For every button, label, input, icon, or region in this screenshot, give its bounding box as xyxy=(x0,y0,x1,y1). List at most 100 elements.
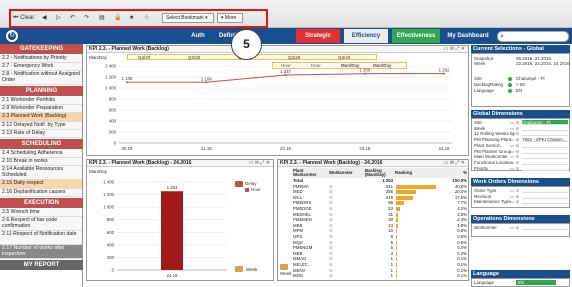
dimension-controls-icon[interactable]: ▭ ⊝ xyxy=(510,166,519,171)
back-icon[interactable]: ◀ xyxy=(42,13,47,23)
sidebar-item-notification-without-order[interactable]: 2.8 - Notification without Assigned Orde… xyxy=(0,71,82,85)
week-label: Week xyxy=(280,271,292,276)
sidebar-item-wrench-time[interactable]: 2.5 Wrench time xyxy=(0,209,82,217)
ranking-bar xyxy=(396,201,404,206)
sidebar-item-works-after-inspection[interactable]: 2.17 Number of works after inspection xyxy=(0,245,82,259)
more-button[interactable]: ▾ More xyxy=(217,13,243,23)
dimension-select[interactable] xyxy=(522,131,568,137)
select-bookmark-dropdown[interactable]: Select Bookmark ▾ xyxy=(162,13,214,23)
sidebar-item-planned-work-backlog[interactable]: 2.3 Planned Work (Backlog) xyxy=(0,113,82,122)
clear-button[interactable]: ⏮ Clear xyxy=(13,13,34,23)
step-badge: 5 xyxy=(231,29,262,60)
dimension-label: Main Workcenter xyxy=(474,154,508,160)
sidebar-section-my-report[interactable]: MY REPORT xyxy=(0,260,83,270)
dimension-controls-icon[interactable]: ▭ ⊝ xyxy=(510,225,519,230)
print-icon[interactable]: ▤ xyxy=(99,13,105,23)
dimension-label: PM Planning Plant xyxy=(474,137,512,143)
dimension-controls-icon[interactable]: ▭ ⊝ xyxy=(510,160,519,165)
table-row[interactable]: MGD ⊝ 1 0.1% xyxy=(292,273,468,279)
search-box[interactable]: ⌕ xyxy=(497,31,569,42)
bar-chart: 1 400 1 200 1 000 800 600 400 200 0 1 253 24.18 xyxy=(103,180,227,278)
col-header[interactable]: Workcenter xyxy=(328,168,364,178)
col-header[interactable]: Ranking xyxy=(394,168,438,178)
dimension-select[interactable] xyxy=(522,143,568,148)
data-point[interactable] xyxy=(284,73,287,76)
sidebar-item-rate-of-delay[interactable]: 2.13 Rate of Delay xyxy=(0,130,82,138)
sidebar-item-bar-code-confirmation[interactable]: 2.6 Respect of bar code confirmation xyxy=(0,217,82,231)
dimension-controls-icon[interactable]: ▭ ⊝ xyxy=(510,120,519,125)
tab-my-dashboard[interactable]: My Dashboard xyxy=(443,29,493,43)
data-point[interactable] xyxy=(443,72,445,75)
sidebar-item-delayed-notif[interactable]: 2.12 Delayed Notif. by Type xyxy=(0,122,82,130)
dimension-select[interactable] xyxy=(522,199,568,205)
sidebar-section-gatekeeping: GATEKEEPING xyxy=(0,44,83,54)
wo-dims-header: Work Orders Dimensions xyxy=(471,178,570,186)
dimension-controls-icon[interactable]: ▭ ⊝ xyxy=(510,194,519,199)
dimension-select[interactable] xyxy=(522,154,568,160)
dimension-select[interactable] xyxy=(522,225,568,230)
legend-hour: Hour xyxy=(251,187,261,192)
dimension-select[interactable] xyxy=(522,188,568,193)
wo-dims-box: Order Type ▭ ⊝ Revision ▭ ⊝ Maintenance Type… xyxy=(471,186,570,208)
dimension-controls-icon[interactable]: ▭ ⊝ xyxy=(510,199,519,204)
sidebar-item-workorder-portfolio[interactable]: 2.1 Workorder Portfolio xyxy=(0,97,82,105)
forward-icon[interactable]: ▷ xyxy=(56,13,61,23)
data-point[interactable] xyxy=(126,81,128,84)
dimension-label: Site xyxy=(474,120,482,125)
sidebar-section-execution: EXECUTION xyxy=(0,198,83,208)
undo-icon[interactable]: ↶ xyxy=(70,13,75,23)
lock-icon[interactable]: 🔒 xyxy=(114,13,121,23)
sidebar-item-break-in-works[interactable]: 2.10 Break in works xyxy=(0,158,82,166)
dimension-controls-icon[interactable]: ▭ ⊝ xyxy=(510,137,519,142)
dimension-label: Plant Section xyxy=(474,142,501,148)
workcenter-dropdown-icon[interactable]: ⊝ xyxy=(328,273,364,279)
data-point[interactable] xyxy=(363,72,366,75)
workcenter-cell[interactable]: MGD xyxy=(292,273,328,279)
dimension-controls-icon[interactable]: ▭ ⊝ xyxy=(510,188,519,193)
sidebar-item-emergency-work[interactable]: 2.7 - Emergency Work xyxy=(0,63,82,71)
remove-bookmark-icon[interactable]: ☆ xyxy=(144,13,149,23)
dimension-select[interactable] xyxy=(522,149,568,154)
tab-effectiveness[interactable]: Effectiveness xyxy=(392,29,440,43)
ranking-bar xyxy=(396,257,397,262)
x-tick-label: 22.18 xyxy=(280,146,291,151)
sidebar-item-scheduling-adherence[interactable]: 2.4 Scheduling Adherence xyxy=(0,150,82,158)
dimension-controls-icon[interactable]: ▭ ⊝ xyxy=(510,131,519,136)
sidebar-item-available-resources[interactable]: 2.14 Available Ressources Scheduled xyxy=(0,166,82,180)
data-point[interactable] xyxy=(205,81,208,84)
panel-controls-icon[interactable]: ▭ ✉ ⤢ ✕ xyxy=(444,160,465,167)
dimension-select[interactable] xyxy=(522,160,568,165)
dimension-select[interactable]: Chalampe - Pl xyxy=(522,120,568,125)
col-header[interactable]: % xyxy=(438,168,468,178)
col-header[interactable]: Backlog (Man/Day) xyxy=(364,168,394,178)
sidebar-item-workorder-preparation[interactable]: 2.9 Workorder Preparation xyxy=(0,105,82,113)
tab-strategic[interactable]: Strategic xyxy=(296,29,340,43)
sidebar-item-notifications-priority[interactable]: 2.2 - Notifications by Priority xyxy=(0,55,82,63)
language-value[interactable]: EN xyxy=(516,280,556,285)
tab-auth[interactable]: Auth xyxy=(186,29,210,43)
sidebar-item-notification-date[interactable]: 2.11 Respect of Notification date xyxy=(0,231,82,245)
dimension-select[interactable] xyxy=(522,194,568,199)
refresh-icon[interactable]: ↻ xyxy=(6,30,18,42)
ranking-bar xyxy=(396,195,414,200)
y-tick-label: 400 xyxy=(107,242,115,247)
tab-efficiency[interactable]: Efficiency xyxy=(344,29,388,43)
col-header[interactable]: Plant Workcenter xyxy=(292,168,328,178)
dimension-controls-icon[interactable]: ▭ ⊝ xyxy=(510,143,519,148)
redo-icon[interactable]: ↷ xyxy=(84,13,89,23)
dimension-select[interactable]: 7682 - ZPKI Chalam... xyxy=(522,137,568,143)
bar[interactable] xyxy=(161,191,183,270)
dimension-controls-icon[interactable]: ▭ ⊝ xyxy=(510,154,519,159)
sidebar-item-deplanification-causes[interactable]: 2.16 Deplanification causes xyxy=(0,189,82,197)
dimension-label: PM Planner Group xyxy=(474,148,512,154)
add-bookmark-icon[interactable]: ★ xyxy=(129,13,134,23)
dimension-controls-icon[interactable]: ▭ ⊝ xyxy=(510,149,519,154)
dimension-select[interactable] xyxy=(522,126,568,131)
week-icon[interactable] xyxy=(280,264,288,270)
sidebar: GATEKEEPING 2.2 - Notifications by Prior… xyxy=(0,44,83,287)
sidebar-section-planning: PLANNING xyxy=(0,86,83,96)
dimension-select[interactable] xyxy=(522,166,568,171)
week-icon[interactable] xyxy=(235,266,243,272)
sidebar-item-daily-respect[interactable]: 2.15 Daily respect xyxy=(0,180,82,189)
dimension-controls-icon[interactable]: ▭ ⊝ xyxy=(510,126,519,131)
